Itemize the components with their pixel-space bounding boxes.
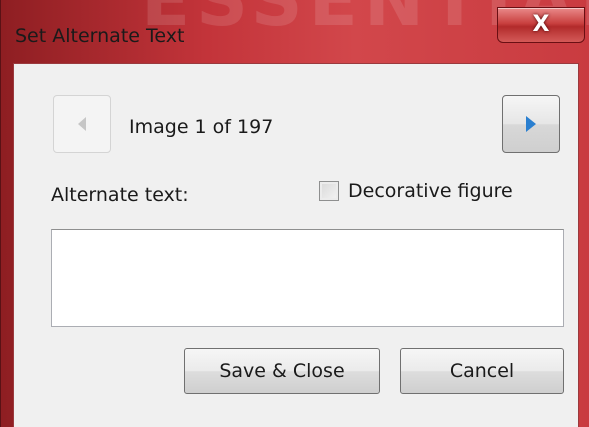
close-button[interactable]: X (497, 7, 585, 43)
previous-image-button[interactable] (53, 95, 111, 153)
cancel-button[interactable]: Cancel (400, 348, 564, 394)
dialog-window: ESSENTIALS Set Alternate Text X Image 1 … (0, 0, 589, 427)
alternate-text-label: Alternate text: (51, 184, 189, 206)
title-bar[interactable]: ESSENTIALS Set Alternate Text X (1, 0, 589, 62)
decorative-figure-label[interactable]: Decorative figure (348, 180, 513, 202)
decorative-figure-option[interactable]: Decorative figure (319, 180, 513, 202)
close-icon: X (532, 12, 550, 37)
next-image-button[interactable] (502, 95, 560, 153)
triangle-right-icon (526, 116, 536, 132)
decorative-figure-checkbox[interactable] (319, 181, 339, 201)
save-close-button[interactable]: Save & Close (184, 348, 380, 394)
triangle-left-icon (78, 117, 86, 131)
alternate-text-input[interactable] (51, 229, 564, 327)
dialog-title: Set Alternate Text (15, 25, 185, 47)
image-counter: Image 1 of 197 (129, 116, 274, 138)
dialog-body: Image 1 of 197 Alternate text: Decorativ… (13, 63, 579, 427)
